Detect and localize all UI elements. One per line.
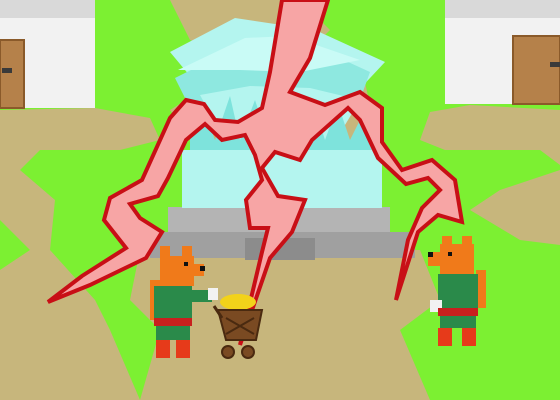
door-left xyxy=(0,39,25,109)
cart-wheel xyxy=(241,345,255,359)
game-scene xyxy=(0,0,560,400)
gold-pile xyxy=(220,294,256,310)
scene-canvas xyxy=(0,0,560,400)
house-left xyxy=(0,0,95,109)
house-right xyxy=(445,0,560,105)
cart-wheel xyxy=(221,345,235,359)
door-right xyxy=(512,35,560,105)
